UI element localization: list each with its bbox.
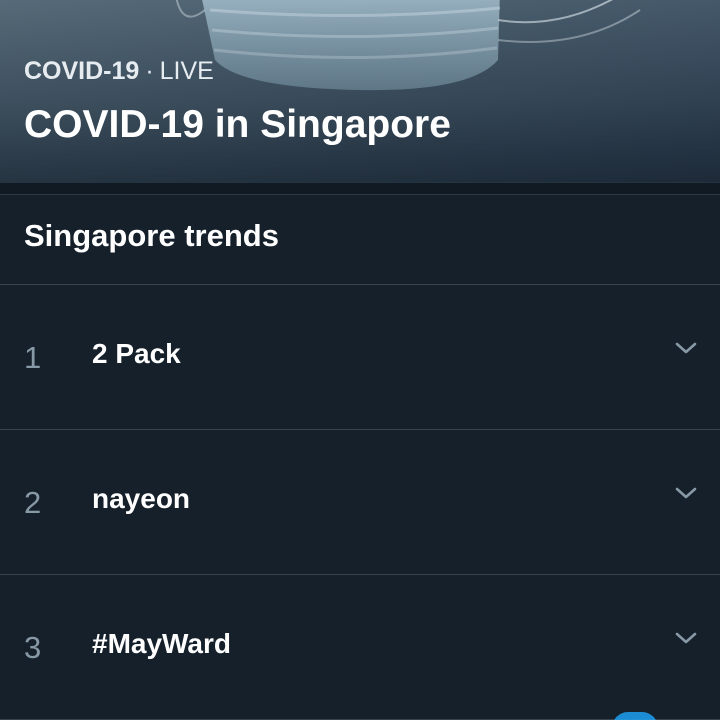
chevron-down-icon[interactable] — [672, 482, 700, 504]
trend-row[interactable]: 3 #MayWard — [0, 575, 720, 720]
trend-name: #MayWard — [92, 628, 232, 659]
section-title: Singapore trends — [24, 218, 279, 253]
live-event-hero[interactable]: COVID-19 · LIVE COVID-19 in Singapore — [0, 0, 720, 182]
trend-name: nayeon — [92, 483, 191, 514]
event-title: COVID-19 in Singapore — [24, 103, 451, 146]
chevron-down-icon[interactable] — [672, 337, 700, 359]
live-status: LIVE — [159, 57, 214, 85]
trends-section-header: Singapore trends — [0, 195, 720, 285]
trend-rank: 2 — [24, 485, 42, 520]
section-divider — [0, 182, 720, 195]
trend-rank: 3 — [24, 630, 42, 665]
chevron-down-icon[interactable] — [672, 627, 700, 649]
trend-rank: 1 — [24, 340, 42, 375]
trend-row[interactable]: 1 2 Pack — [0, 285, 720, 430]
event-topic: COVID-19 — [24, 57, 140, 85]
hero-overlay — [0, 0, 720, 182]
trend-row[interactable]: 2 nayeon — [0, 430, 720, 575]
event-meta: COVID-19 · LIVE — [24, 56, 214, 86]
trends-screen: COVID-19 · LIVE COVID-19 in Singapore Sing… — [0, 0, 720, 720]
trend-name: 2 Pack — [92, 338, 181, 369]
meta-separator: · — [145, 57, 154, 85]
